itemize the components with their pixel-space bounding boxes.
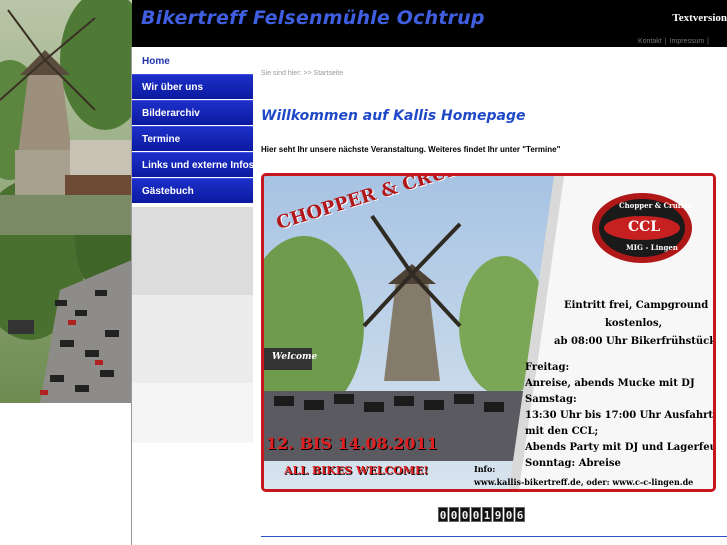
- nav-item-links[interactable]: Links und externe Infos: [132, 152, 254, 177]
- poster-schedule-3: Samstag:: [525, 394, 577, 405]
- counter-digit: 0: [471, 507, 481, 522]
- textversion-link[interactable]: Textversion: [672, 12, 727, 24]
- badge-top-text: Chopper & Cruiser: [619, 201, 693, 210]
- kontakt-link[interactable]: Kontakt: [638, 38, 662, 45]
- badge-main-text: CCL: [628, 219, 661, 235]
- nav-filler: [132, 207, 253, 295]
- poster-schedule-7: Sonntag: Abreise: [525, 458, 621, 469]
- event-poster: CHOPPER & CRUISER PARTY Chopper & Cruise…: [261, 173, 716, 492]
- counter-digit: 6: [515, 507, 525, 522]
- counter-digit: 0: [504, 507, 514, 522]
- poster-schedule-6: Abends Party mit DJ und Lagerfeuer: [525, 442, 716, 453]
- poster-entry-3: ab 08:00 Uhr Bikerfrühstück: [554, 336, 716, 347]
- badge-bottom-text: MIG - Lingen: [626, 243, 678, 252]
- nav-item-home[interactable]: Home: [132, 49, 253, 74]
- sidebar: Home Wir über uns Bilderarchiv Termine L…: [132, 47, 254, 545]
- footer-divider: [261, 536, 727, 537]
- counter-digit: 0: [449, 507, 459, 522]
- nav-item-gaestebuch[interactable]: Gästebuch: [132, 178, 253, 203]
- intro-text: Hier seht Ihr unsere nächste Veranstaltu…: [261, 145, 561, 154]
- top-links: Kontakt | Impressum |: [637, 38, 709, 45]
- poster-schedule-1: Freitag:: [525, 362, 570, 373]
- poster-entry-2: kostenlos,: [605, 318, 663, 329]
- poster-date: 12. BIS 14.08.2011: [266, 434, 438, 453]
- poster-all-bikes: ALL BIKES WELCOME!: [284, 464, 429, 477]
- breadcrumb: Sie sind hier: >> Startseite: [261, 70, 344, 77]
- welcome-sign: Welcome: [272, 352, 318, 362]
- windmill-photo: [0, 0, 132, 403]
- nav-item-wir-ueber-uns[interactable]: Wir über uns: [132, 74, 253, 99]
- page-title: Willkommen auf Kallis Homepage: [261, 108, 526, 124]
- poster-schedule-4: 13:30 Uhr bis 17:00 Uhr Ausfahrt: [525, 410, 713, 421]
- counter-digit: 0: [438, 507, 448, 522]
- nav-item-termine[interactable]: Termine: [132, 126, 253, 151]
- visitor-counter: 0 0 0 0 1 9 0 6: [438, 507, 525, 522]
- nav-filler: [132, 383, 253, 443]
- poster-entry-1: Eintritt frei, Campground: [564, 300, 709, 311]
- poster-info-label: Info:: [474, 464, 496, 474]
- counter-digit: 9: [493, 507, 503, 522]
- counter-digit: 1: [482, 507, 492, 522]
- counter-digit: 0: [460, 507, 470, 522]
- nav-item-bilderarchiv[interactable]: Bilderarchiv: [132, 100, 253, 125]
- poster-schedule-5: mit den CCL;: [525, 426, 599, 437]
- poster-info-text: www.kallis-bikertreff.de, oder: www.c-c-…: [474, 477, 694, 487]
- site-title[interactable]: Bikertreff Felsenmühle Ochtrup: [141, 7, 485, 29]
- poster-schedule-2: Anreise, abends Mucke mit DJ: [525, 378, 695, 389]
- impressum-link[interactable]: Impressum: [670, 38, 705, 45]
- nav-filler: [132, 295, 253, 383]
